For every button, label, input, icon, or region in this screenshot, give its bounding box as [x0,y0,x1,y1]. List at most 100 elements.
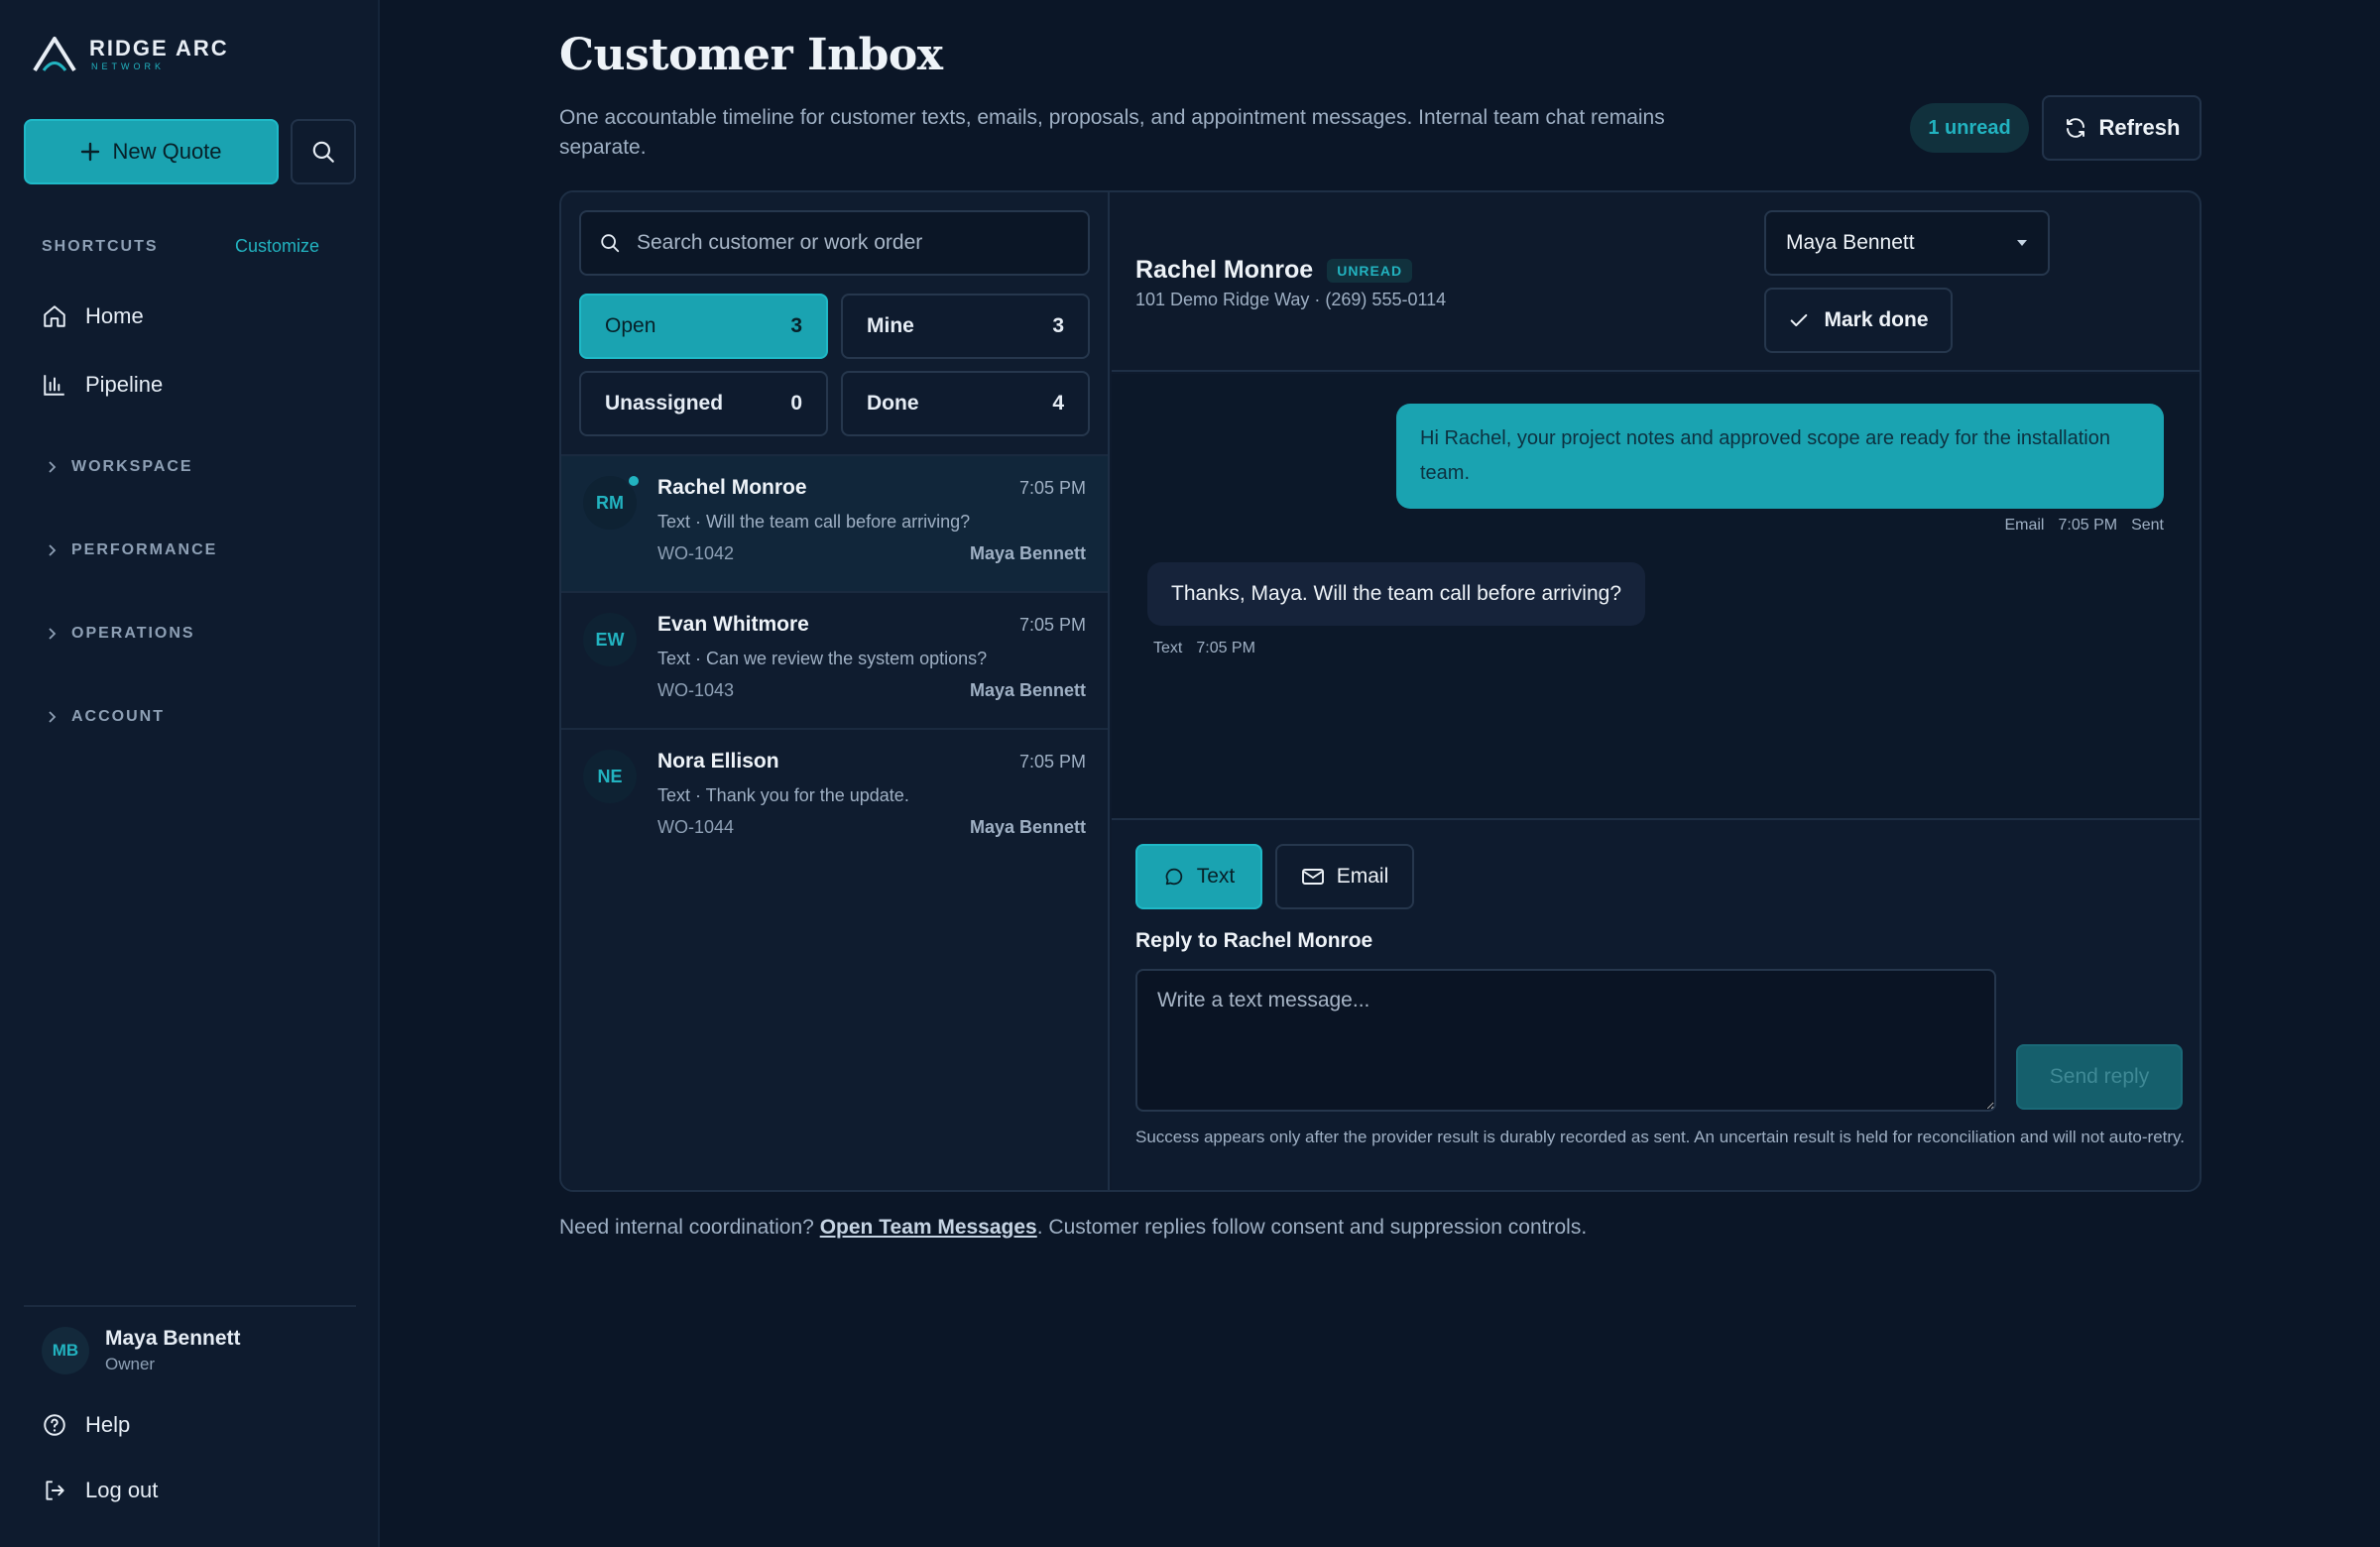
conversation-time: 7:05 PM [1018,752,1086,772]
refresh-label: Refresh [2098,115,2181,140]
avatar: EW [583,613,637,666]
unread-count-badge: 1 unread [1910,103,2029,153]
conversation-preview: Text · Thank you for the update. [657,785,909,805]
message-channel: Email [2004,517,2045,534]
assignee-select[interactable]: Maya Bennett [1764,210,2050,276]
shortcuts-label: SHORTCUTS [42,237,159,255]
reply-textarea[interactable] [1135,969,1996,1112]
filter-open[interactable]: Open 3 [579,294,828,359]
chat-bubble-icon [1163,866,1185,888]
sidebar-search-button[interactable] [291,119,356,184]
section-label: WORKSPACE [71,458,193,475]
filter-count: 4 [1052,392,1064,415]
assignee: Maya Bennett [969,817,1086,837]
outgoing-message: Hi Rachel, your project notes and approv… [1396,404,2164,509]
user-profile[interactable]: MB Maya Bennett Owner [42,1327,241,1374]
channel-label: Email [1336,865,1389,888]
filter-count: 3 [790,314,802,337]
customize-link[interactable]: Customize [235,236,319,257]
message-time: 7:05 PM [2058,517,2118,534]
detail-header: Rachel Monroe UNREAD 101 Demo Ridge Way … [1112,192,2200,372]
send-reply-button[interactable]: Send reply [2016,1044,2183,1110]
status-badge: UNREAD [1327,258,1413,283]
work-order: WO-1044 [657,817,735,837]
chevron-right-icon [46,543,58,557]
filter-label: Open [605,314,656,337]
conversation-item-rachel-monroe[interactable]: RM Rachel Monroe 7:05 PM Text · Will the… [561,454,1108,591]
message-thread: Hi Rachel, your project notes and approv… [1112,374,2200,818]
inbox-panel: Open 3 Mine 3 Unassigned 0 Done 4 RM Rac… [559,190,2202,1192]
conversation-preview: Text · Can we review the system options? [657,649,988,668]
work-order: WO-1042 [657,543,735,563]
footer-note: Need internal coordination? Open Team Me… [559,1216,1587,1240]
reply-composer: Text Email Reply to Rachel Monroe Send r… [1112,818,2200,1190]
refresh-button[interactable]: Refresh [2042,95,2202,161]
conversation-item-evan-whitmore[interactable]: EW Evan Whitmore 7:05 PM Text · Can we r… [561,591,1108,728]
check-icon [1788,309,1810,331]
mark-done-label: Mark done [1824,308,1929,331]
message-channel: Text [1153,640,1183,656]
sidebar-item-label: Home [85,303,144,328]
caret-down-icon [2016,239,2028,247]
section-performance[interactable]: PERFORMANCE [46,541,217,559]
chevron-right-icon [46,460,58,474]
channel-text-button[interactable]: Text [1135,844,1262,909]
delivery-disclaimer: Success appears only after the provider … [1135,1128,2186,1146]
filter-unassigned[interactable]: Unassigned 0 [579,371,828,436]
filter-count: 3 [1052,314,1064,337]
filter-done[interactable]: Done 4 [841,371,1090,436]
chevron-right-icon [46,627,58,641]
message-time: 7:05 PM [1196,640,1255,656]
chart-icon [42,372,67,398]
help-icon [42,1412,67,1438]
channel-email-button[interactable]: Email [1275,844,1414,909]
footer-prefix: Need internal coordination? [559,1216,814,1239]
section-account[interactable]: ACCOUNT [46,708,165,726]
conversation-preview: Text · Will the team call before arrivin… [657,512,971,532]
search-input[interactable] [637,231,1073,255]
brand-name: RIDGE ARC [89,36,229,60]
mark-done-button[interactable]: Mark done [1764,288,1953,353]
incoming-message: Thanks, Maya. Will the team call before … [1147,562,1646,626]
brand-tagline: NETWORK [91,61,165,71]
conversation-time: 7:05 PM [1018,478,1086,498]
conversation-detail: Rachel Monroe UNREAD 101 Demo Ridge Way … [1112,192,2200,1190]
section-label: ACCOUNT [71,708,165,725]
sidebar-divider [24,1305,356,1307]
open-team-messages-link[interactable]: Open Team Messages [820,1216,1037,1239]
sidebar: RIDGE ARC NETWORK New Quote SHORTCUTS Cu… [0,0,380,1547]
assignee: Maya Bennett [969,680,1086,700]
unread-dot [627,474,641,488]
section-operations[interactable]: OPERATIONS [46,625,195,643]
sidebar-item-pipeline[interactable]: Pipeline [42,372,163,398]
filter-mine[interactable]: Mine 3 [841,294,1090,359]
filter-label: Unassigned [605,392,724,415]
section-label: PERFORMANCE [71,541,218,558]
sidebar-item-help[interactable]: Help [42,1412,130,1438]
filter-count: 0 [790,392,802,415]
search-icon [310,139,336,165]
assignee-value: Maya Bennett [1786,231,1915,254]
message-meta: Email 7:05 PM Sent [2004,517,2164,535]
conversation-list: Open 3 Mine 3 Unassigned 0 Done 4 RM Rac… [561,192,1110,1190]
assignee: Maya Bennett [969,543,1086,563]
sidebar-item-label: Log out [85,1478,159,1502]
search-icon [599,232,621,254]
section-workspace[interactable]: WORKSPACE [46,458,193,476]
conversation-item-nora-ellison[interactable]: NE Nora Ellison 7:05 PM Text · Thank you… [561,728,1108,865]
filter-label: Mine [867,314,914,337]
chevron-right-icon [46,710,58,724]
footer-suffix: . Customer replies follow consent and su… [1036,1216,1588,1239]
brand-logo[interactable]: RIDGE ARC NETWORK [32,36,229,73]
work-order: WO-1043 [657,680,735,700]
new-quote-label: New Quote [112,139,222,164]
reply-label: Reply to Rachel Monroe [1135,929,1373,952]
new-quote-button[interactable]: New Quote [24,119,279,184]
logout-icon [42,1478,67,1503]
conversation-search[interactable] [579,210,1090,276]
section-label: OPERATIONS [71,625,195,642]
customer-info: 101 Demo Ridge Way · (269) 555-0114 [1135,290,1447,309]
mail-icon [1301,867,1325,887]
sidebar-item-logout[interactable]: Log out [42,1478,158,1503]
sidebar-item-home[interactable]: Home [42,303,144,329]
